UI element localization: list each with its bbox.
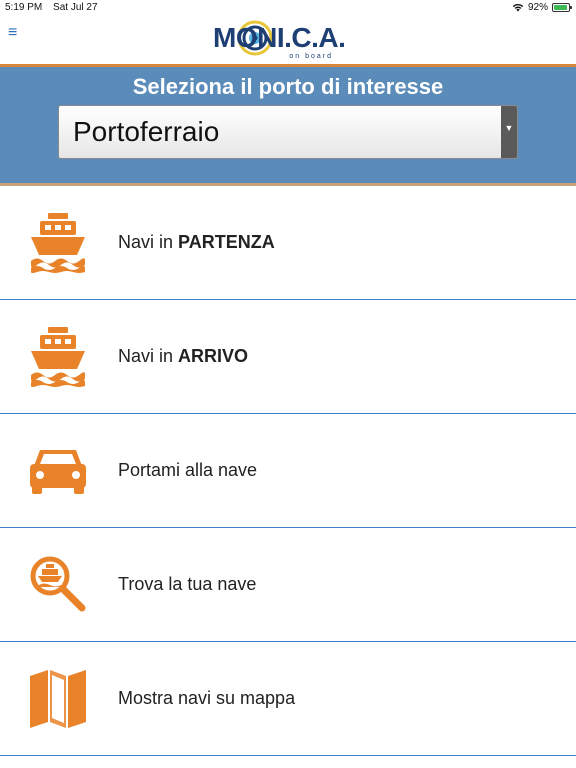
logo-text: MONI.C.A. <box>213 22 346 53</box>
menu-item-take-me-to-ship[interactable]: Portami alla nave <box>0 414 576 528</box>
status-date: Sat Jul 27 <box>53 2 98 13</box>
ship-departure-icon <box>31 213 85 273</box>
wifi-icon <box>512 4 524 12</box>
menu-item-find-your-ship[interactable]: Trova la tua nave <box>0 528 576 642</box>
monica-logo: MONI.C.A. on board <box>213 20 363 62</box>
menu-item-label: Navi in PARTENZA <box>118 232 275 252</box>
menu-item-label: Portami alla nave <box>118 460 258 480</box>
menu-item-departures[interactable]: Navi in PARTENZA <box>0 186 576 300</box>
battery-fill <box>554 5 567 10</box>
hamburger-menu-icon[interactable]: ≡ <box>8 25 22 41</box>
car-icon <box>30 450 86 494</box>
menu-item-label: Mostra navi su mappa <box>118 688 296 708</box>
status-bar: 5:19 PM Sat Jul 27 92% <box>0 0 576 16</box>
port-select[interactable]: Portoferraio ▼ <box>58 105 518 159</box>
map-icon <box>30 670 86 728</box>
menu-item-label: Trova la tua nave <box>118 574 257 594</box>
battery-icon <box>552 3 572 12</box>
dropdown-arrow-icon: ▼ <box>501 106 517 158</box>
port-title: Seleziona il porto di interesse <box>132 74 444 99</box>
port-selection-panel: Seleziona il porto di interesse Portofer… <box>0 64 576 186</box>
status-time: 5:19 PM <box>5 2 43 13</box>
menu-item-show-map[interactable]: Mostra navi su mappa <box>0 642 576 756</box>
menu-item-label: Navi in ARRIVO <box>118 346 249 366</box>
search-ship-icon <box>30 556 86 612</box>
battery-percent: 92% <box>527 2 548 13</box>
port-select-value: Portoferraio <box>73 116 220 147</box>
logo-subtitle: on board <box>289 53 333 60</box>
ship-arrival-icon <box>31 327 85 387</box>
app-header: ≡ MONI.C.A. on board <box>0 16 576 64</box>
menu-item-arrivals[interactable]: Navi in ARRIVO <box>0 300 576 414</box>
main-menu: Navi in PARTENZA Navi in ARRIVO Portami … <box>0 186 576 756</box>
